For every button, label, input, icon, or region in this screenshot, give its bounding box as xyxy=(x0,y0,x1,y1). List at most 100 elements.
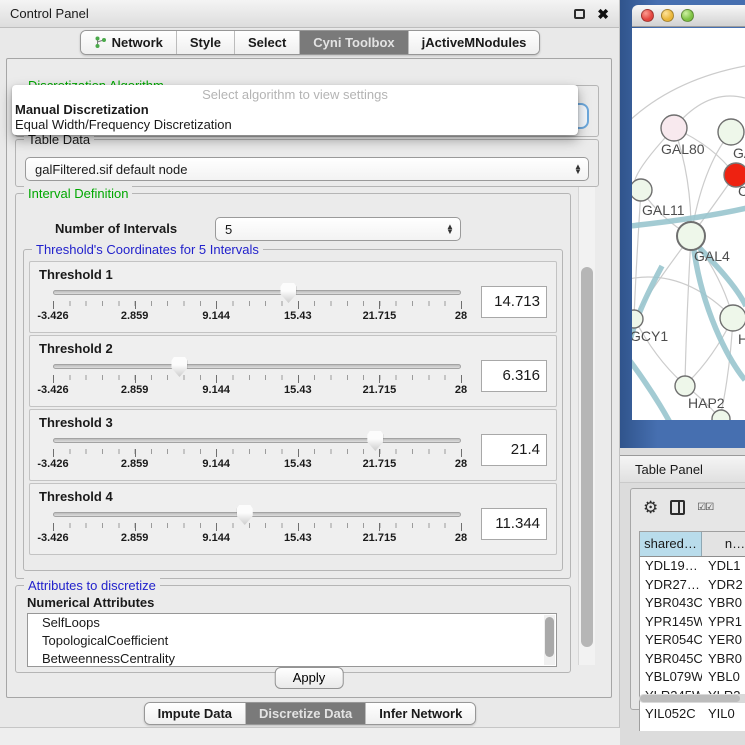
tick-label: 15.43 xyxy=(284,458,312,470)
table-row[interactable]: YBR045C YBR0 xyxy=(640,650,745,669)
threshold-value-field[interactable]: 11.344 xyxy=(481,508,547,540)
table-panel-titlebar: Table Panel xyxy=(620,455,745,483)
tick-label: 2.859 xyxy=(121,532,149,544)
threshold-panel: Threshold 4 xyxy=(29,483,557,555)
numerical-attributes-list[interactable]: SelfLoops TopologicalCoefficient Between… xyxy=(27,613,557,667)
tab-jactivemnodules[interactable]: jActiveMNodules xyxy=(409,31,540,54)
tick-label: 21.715 xyxy=(363,458,397,470)
node-gal11[interactable] xyxy=(632,179,652,201)
slider-thumb[interactable] xyxy=(171,357,187,377)
list-item[interactable]: SelfLoops xyxy=(28,614,556,632)
slider-thumb[interactable] xyxy=(367,431,383,451)
threshold-value-field[interactable]: 6.316 xyxy=(481,360,547,392)
list-item[interactable]: TopologicalCoefficient xyxy=(28,632,556,650)
slider-track[interactable] xyxy=(53,438,461,443)
threshold-value-field[interactable]: 14.713 xyxy=(481,286,547,318)
tick-label: 9.144 xyxy=(202,458,230,470)
column-header-shared-name[interactable]: shared… xyxy=(640,532,702,556)
node-gcy1[interactable] xyxy=(632,310,643,328)
tab-network[interactable]: Network xyxy=(81,31,177,54)
table-row[interactable]: YDR27… YDR2 xyxy=(640,576,745,595)
slider-track[interactable] xyxy=(53,512,461,517)
apply-button[interactable]: Apply xyxy=(275,667,344,689)
svg-text:GAL4: GAL4 xyxy=(694,248,730,264)
tick-label: 28 xyxy=(455,384,467,396)
network-window-titlebar xyxy=(632,5,745,27)
threshold-slider[interactable]: -3.426 2.859 9.144 15.43 21.715 28 xyxy=(53,357,461,403)
table-data-combobox[interactable]: galFiltered.sif default node ▲▼ xyxy=(25,157,589,181)
dropdown-option-manual[interactable]: Manual Discretization xyxy=(12,102,578,117)
threshold-label: Threshold 1 xyxy=(39,267,547,282)
table-row[interactable]: YDL19… YDL1 xyxy=(640,557,745,576)
tab-infer-network[interactable]: Infer Network xyxy=(366,703,475,724)
table-header: shared… n… xyxy=(640,532,745,557)
attribute-items: SelfLoops TopologicalCoefficient Between… xyxy=(28,614,556,667)
cyni-toolbox-panel: Discretization Algorithm Table Data galF… xyxy=(6,58,612,698)
slider-track[interactable] xyxy=(53,364,461,369)
node-gal4[interactable] xyxy=(677,222,705,250)
tick-label: 28 xyxy=(455,458,467,470)
threshold-panel: Threshold 2 xyxy=(29,335,557,407)
threshold-value-field[interactable]: 21.4 xyxy=(481,434,547,466)
tick-label: 2.859 xyxy=(121,384,149,396)
tab-discretize-data[interactable]: Discretize Data xyxy=(246,703,366,724)
content-scrollbar-thumb[interactable] xyxy=(581,267,593,647)
threshold-label: Threshold 4 xyxy=(39,489,547,504)
minimize-traffic-light-icon[interactable] xyxy=(661,9,674,22)
network-canvas[interactable]: GAL80 GA C GAL11 GAL4 GCY1 H HAP2 xyxy=(632,28,745,420)
threshold-slider[interactable]: -3.426 2.859 9.144 15.43 21.715 28 xyxy=(53,505,461,551)
list-item[interactable]: BetweennessCentrality xyxy=(28,650,556,667)
node-partial-top[interactable] xyxy=(718,119,744,145)
float-window-icon[interactable] xyxy=(574,9,585,19)
slider-ruler: -3.426 2.859 9.144 15.43 21.715 28 xyxy=(53,523,461,547)
tick-label: 2.859 xyxy=(121,310,149,322)
top-tab-bar: Network Style Select Cyni Toolbox jActiv… xyxy=(0,30,620,55)
thresholds-title: Threshold's Coordinates for 5 Intervals xyxy=(32,242,263,257)
node-h[interactable] xyxy=(720,305,745,331)
tick-label: -3.426 xyxy=(37,384,68,396)
svg-text:C: C xyxy=(738,183,745,199)
close-icon[interactable]: ✖ xyxy=(597,9,609,19)
threshold-panel: Threshold 3 xyxy=(29,409,557,481)
table-row[interactable]: YBL079W YBL0 xyxy=(640,668,745,687)
network-view-window: GAL80 GA C GAL11 GAL4 GCY1 H HAP2 xyxy=(620,0,745,448)
control-panel-titlebar: Control Panel ✖ xyxy=(0,0,619,28)
slider-thumb[interactable] xyxy=(237,505,253,525)
tick-label: 9.144 xyxy=(202,384,230,396)
select-columns-icon[interactable]: ☑☑ xyxy=(697,502,713,513)
column-header-name[interactable]: n… xyxy=(702,532,745,556)
slider-track[interactable] xyxy=(53,290,461,295)
numerical-attributes-label: Numerical Attributes xyxy=(27,595,154,610)
attributes-title: Attributes to discretize xyxy=(24,578,160,593)
table-row[interactable]: YPR145W YPR1 xyxy=(640,613,745,632)
list-scrollbar[interactable] xyxy=(544,615,555,665)
number-of-intervals-combobox[interactable]: 5 ▲▼ xyxy=(215,217,461,241)
tab-select[interactable]: Select xyxy=(235,31,300,54)
tab-cyni-toolbox[interactable]: Cyni Toolbox xyxy=(300,31,408,54)
gear-icon[interactable]: ⚙ xyxy=(643,499,658,516)
tick-label: 2.859 xyxy=(121,458,149,470)
dropdown-option-equal-width[interactable]: Equal Width/Frequency Discretization xyxy=(12,117,578,132)
columns-icon[interactable] xyxy=(670,500,685,515)
threshold-slider[interactable]: -3.426 2.859 9.144 15.43 21.715 28 xyxy=(53,283,461,329)
threshold-panel: Threshold 1 xyxy=(29,261,557,333)
table-row[interactable]: YBR043C YBR0 xyxy=(640,594,745,613)
node-hap2[interactable] xyxy=(675,376,695,396)
tab-impute-data[interactable]: Impute Data xyxy=(145,703,246,724)
table-horizontal-scrollbar[interactable] xyxy=(639,694,745,703)
tab-style[interactable]: Style xyxy=(177,31,235,54)
threshold-slider[interactable]: -3.426 2.859 9.144 15.43 21.715 28 xyxy=(53,431,461,477)
zoom-traffic-light-icon[interactable] xyxy=(681,9,694,22)
svg-text:GA: GA xyxy=(733,145,745,161)
content-scrollbar[interactable] xyxy=(578,187,595,665)
panel-title: Control Panel xyxy=(10,6,574,21)
node-gal80[interactable] xyxy=(661,115,687,141)
table-row[interactable]: YIL052C YIL0 xyxy=(640,705,745,724)
close-traffic-light-icon[interactable] xyxy=(641,9,654,22)
tick-label: 15.43 xyxy=(284,384,312,396)
table-row[interactable]: YER054C YER0 xyxy=(640,631,745,650)
dropdown-prompt[interactable]: Select algorithm to view settings xyxy=(12,87,578,102)
threshold-label: Threshold 2 xyxy=(39,341,547,356)
table-panel: ⚙ ☑☑ shared… n… YDL19… YDL1 YDR27… YDR2 xyxy=(630,488,745,710)
slider-thumb[interactable] xyxy=(280,283,296,303)
